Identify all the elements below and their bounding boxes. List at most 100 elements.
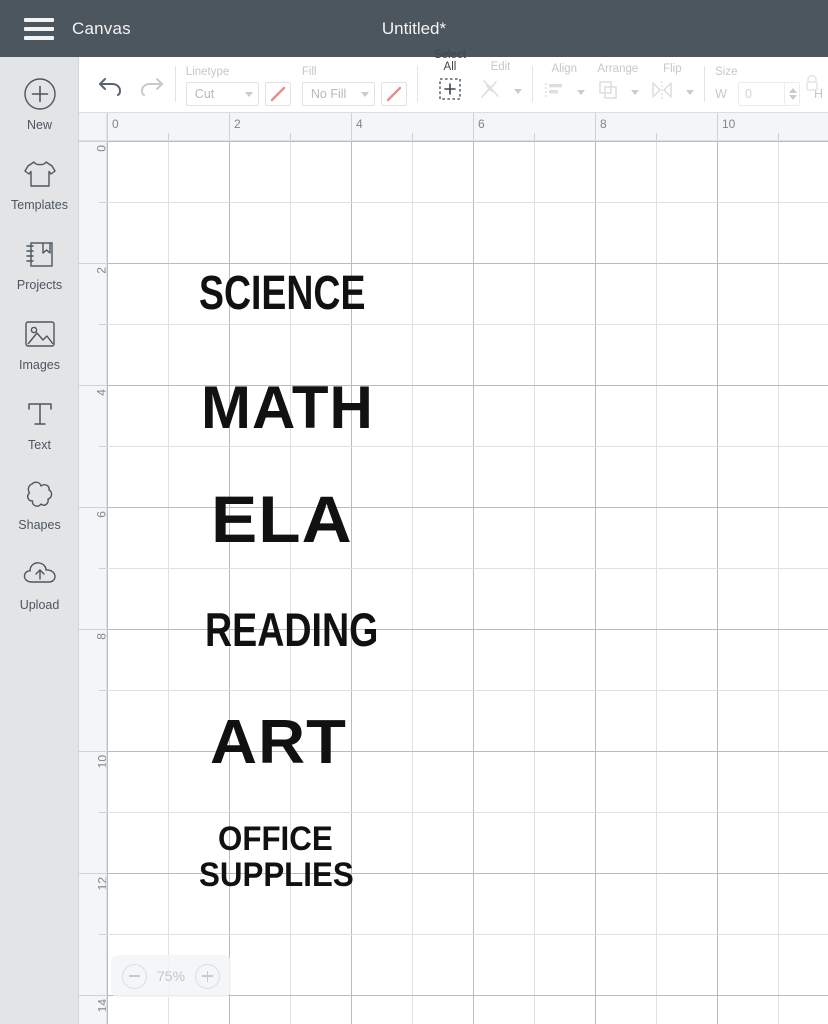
fill-dropdown[interactable]: No Fill bbox=[301, 82, 375, 106]
ruler-label-vertical: 10 bbox=[95, 755, 107, 769]
width-value: 0 bbox=[744, 87, 752, 101]
fill-color-swatch[interactable] bbox=[380, 82, 407, 106]
ruler-label-vertical: 6 bbox=[95, 511, 106, 518]
ruler-corner bbox=[79, 113, 107, 141]
sidebar-item-projects[interactable]: Projects bbox=[0, 233, 79, 312]
ruler-label-horizontal: 2 bbox=[234, 117, 241, 131]
sidebar-item-new[interactable]: New bbox=[0, 73, 79, 152]
grid-line-vertical bbox=[107, 141, 108, 1024]
width-stepper[interactable] bbox=[783, 83, 797, 105]
grid-line-vertical bbox=[473, 141, 474, 1024]
ruler-tick bbox=[412, 133, 413, 140]
canvas-text-object[interactable]: ART bbox=[210, 712, 347, 774]
canvas-text-object[interactable]: READING bbox=[205, 606, 378, 653]
sidebar-item-templates[interactable]: Templates bbox=[0, 153, 79, 232]
linetype-label: Linetype bbox=[185, 65, 230, 78]
edit-group[interactable]: Edit bbox=[478, 61, 523, 107]
grid-line-vertical bbox=[595, 141, 596, 1024]
arrange-label: Arrange bbox=[597, 62, 639, 75]
canvas-label: Canvas bbox=[72, 18, 131, 38]
toolbar-divider bbox=[416, 66, 418, 102]
ruler-tick bbox=[79, 141, 106, 142]
width-input[interactable]: 0 bbox=[737, 82, 800, 106]
ruler-tick bbox=[595, 113, 596, 140]
ruler-tick bbox=[290, 133, 291, 140]
zoom-in-button[interactable] bbox=[195, 963, 221, 989]
ruler-tick bbox=[79, 873, 106, 874]
dashed-box-plus-icon[interactable] bbox=[438, 77, 462, 106]
sidebar-item-label: New bbox=[26, 118, 52, 132]
chevron-down-icon bbox=[360, 91, 369, 97]
select-all-group[interactable]: Select All bbox=[428, 49, 472, 106]
linetype-color-swatch[interactable] bbox=[264, 82, 291, 106]
ruler-tick bbox=[79, 385, 106, 386]
sidebar-item-upload[interactable]: Upload bbox=[0, 553, 79, 632]
canvas-text-object[interactable]: SUPPLIES bbox=[199, 858, 354, 892]
grid-line-vertical bbox=[412, 141, 413, 1024]
align-lines-icon[interactable] bbox=[543, 79, 565, 106]
align-group[interactable]: Align bbox=[543, 62, 586, 107]
ruler-tick bbox=[99, 324, 106, 325]
ruler-tick bbox=[778, 133, 779, 140]
ruler-tick bbox=[107, 113, 108, 140]
linetype-dropdown[interactable]: Cut bbox=[185, 82, 259, 106]
minus-icon bbox=[129, 975, 140, 977]
canvas-text-object[interactable]: ELA bbox=[211, 486, 353, 552]
book-bookmark-icon bbox=[24, 233, 56, 275]
stepper-down-icon[interactable] bbox=[788, 95, 797, 100]
fill-group: Fill No Fill bbox=[301, 66, 407, 106]
grid-line-horizontal bbox=[107, 568, 828, 569]
chevron-down-icon[interactable] bbox=[630, 90, 639, 95]
ruler-label-vertical: 14 bbox=[95, 999, 107, 1013]
grid-line-horizontal bbox=[107, 934, 828, 935]
canvas-text-object[interactable]: SCIENCE bbox=[199, 270, 365, 318]
chevron-down-icon[interactable] bbox=[577, 90, 586, 95]
chevron-down-icon[interactable] bbox=[514, 89, 523, 94]
stacked-squares-icon[interactable] bbox=[597, 79, 619, 106]
grid-line-vertical bbox=[778, 141, 779, 1024]
grid-line-vertical bbox=[717, 141, 718, 1024]
canvas-text-object[interactable]: OFFICE bbox=[218, 822, 333, 856]
ruler-tick bbox=[99, 202, 106, 203]
hamburger-menu-icon[interactable] bbox=[24, 17, 54, 40]
shapes-star-icon bbox=[23, 473, 57, 515]
linetype-group: Linetype Cut bbox=[185, 65, 291, 106]
chevron-down-icon[interactable] bbox=[686, 90, 695, 95]
ruler-tick bbox=[229, 113, 230, 140]
sidebar-item-label: Images bbox=[19, 358, 60, 372]
cloud-upload-icon bbox=[22, 553, 58, 595]
sidebar-item-label: Text bbox=[28, 438, 51, 452]
select-all-label: Select All bbox=[433, 49, 466, 73]
zoom-level-label: 75% bbox=[157, 968, 186, 984]
ruler-tick bbox=[79, 629, 106, 630]
flip-group[interactable]: Flip bbox=[650, 63, 695, 107]
zoom-out-button[interactable] bbox=[122, 963, 147, 989]
stepper-up-icon[interactable] bbox=[788, 88, 797, 93]
chevron-down-icon bbox=[244, 91, 253, 97]
grid-line-horizontal bbox=[107, 812, 828, 813]
text-t-icon bbox=[24, 393, 56, 435]
canvas-text-object[interactable]: MATH bbox=[201, 378, 374, 438]
scissors-pencil-icon[interactable] bbox=[478, 77, 502, 106]
ruler-tick bbox=[351, 113, 352, 140]
align-label: Align bbox=[551, 62, 578, 75]
ruler-label-vertical: 2 bbox=[95, 267, 106, 274]
ruler-label-horizontal: 4 bbox=[356, 117, 363, 131]
sidebar-item-shapes[interactable]: Shapes bbox=[0, 473, 79, 552]
design-canvas[interactable]: SCIENCE MATH ELA READING ART OFFICE SUPPLIES bbox=[107, 141, 828, 1024]
sidebar-item-images[interactable]: Images bbox=[0, 313, 79, 392]
left-sidebar: New Templates Projects Images Text Shape… bbox=[0, 57, 79, 1024]
flip-triangles-icon[interactable] bbox=[650, 79, 674, 106]
size-lock-icon[interactable] bbox=[802, 73, 822, 98]
vertical-ruler: 0 2 4 6 8 10 12 14 bbox=[79, 141, 107, 1024]
redo-arrow-icon[interactable] bbox=[139, 75, 165, 102]
ruler-tick bbox=[99, 934, 106, 935]
ruler-tick bbox=[79, 507, 106, 508]
sidebar-item-text[interactable]: Text bbox=[0, 393, 79, 472]
undo-arrow-icon[interactable] bbox=[97, 75, 123, 102]
undo-redo-group bbox=[97, 75, 165, 102]
width-label: W bbox=[715, 87, 727, 101]
grid-line-horizontal bbox=[107, 141, 828, 142]
tshirt-icon bbox=[22, 153, 58, 195]
arrange-group[interactable]: Arrange bbox=[592, 62, 644, 107]
